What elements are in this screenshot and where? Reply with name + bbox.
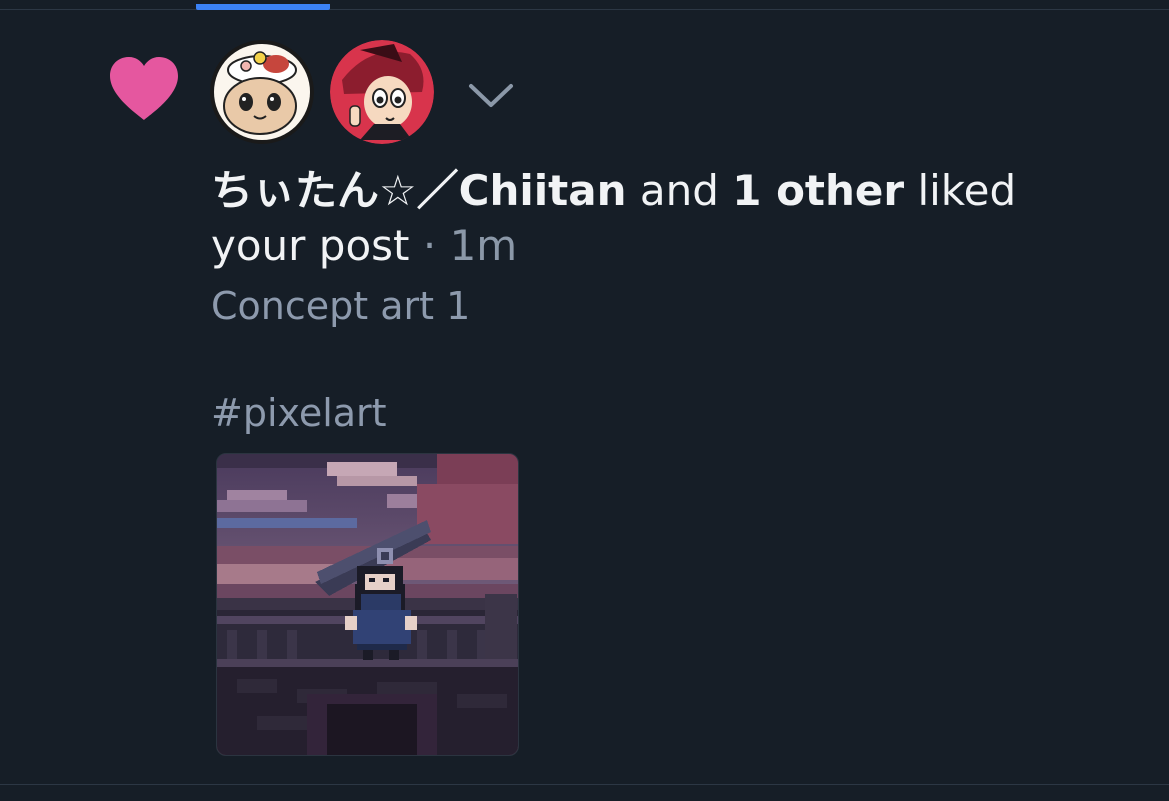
post-image-thumbnail[interactable]: [216, 453, 519, 756]
post-hashtag: #pixelart: [211, 391, 387, 435]
notification-headline: ちぃたん☆／Chiitan and 1 other liked your pos…: [211, 163, 1111, 273]
post-preview-text: Concept art 1: [211, 284, 471, 328]
header-divider: [0, 9, 1169, 10]
separator-text: ·: [409, 221, 450, 270]
avatar-other[interactable]: [330, 40, 434, 144]
actor-name-link[interactable]: ちぃたん☆／Chiitan: [211, 166, 627, 215]
footer-divider: [0, 784, 1169, 785]
active-tab-indicator: [196, 4, 330, 10]
chevron-down-icon[interactable]: [466, 78, 516, 112]
conjunction-text: and: [626, 166, 733, 215]
heart-icon: [107, 54, 181, 124]
timestamp: 1m: [449, 221, 518, 270]
avatar-chiitan[interactable]: [210, 40, 314, 144]
others-link[interactable]: 1 other: [732, 166, 904, 215]
